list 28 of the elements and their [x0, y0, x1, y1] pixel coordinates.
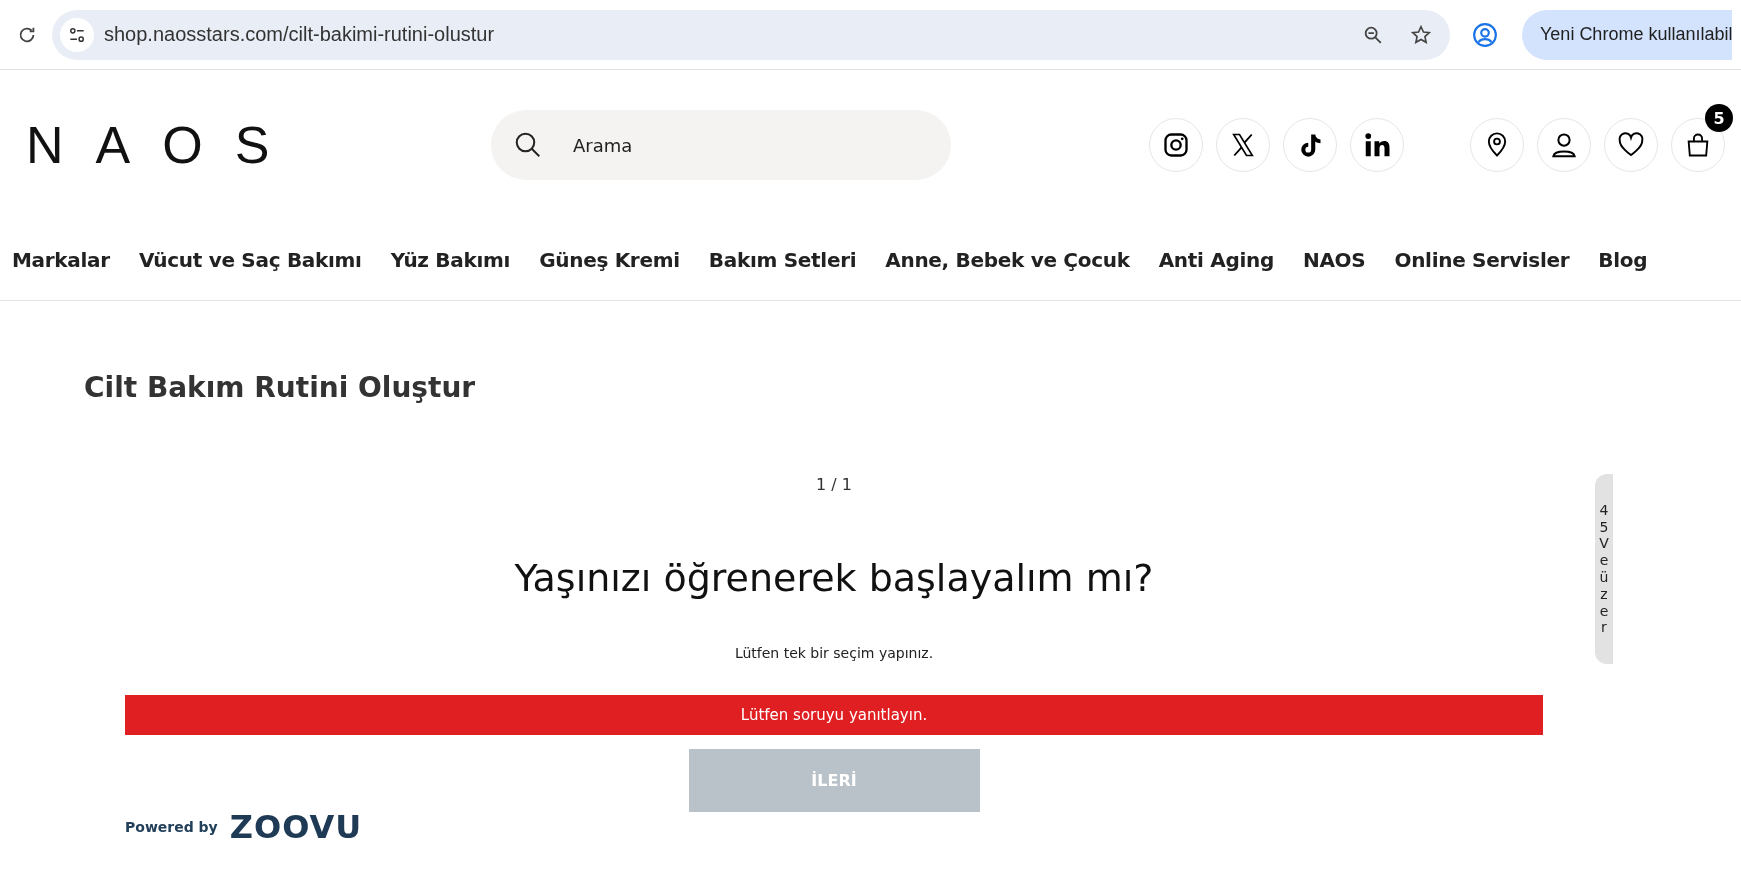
nav-link[interactable]: Anne, Bebek ve Çocuk — [885, 248, 1130, 272]
profile-icon[interactable] — [1472, 21, 1498, 48]
address-bar[interactable]: shop.naosstars.com/cilt-bakimi-rutini-olustur — [52, 9, 1450, 60]
nav-link[interactable]: Bakım Setleri — [708, 248, 857, 272]
nav-link[interactable]: Blog — [1598, 248, 1648, 272]
search-icon — [513, 130, 543, 160]
nav-link[interactable]: Markalar — [12, 248, 110, 272]
update-chrome-button[interactable]: Yeni Chrome kullanılabil — [1522, 9, 1733, 60]
nav-link[interactable]: Anti Aging — [1158, 248, 1274, 272]
hint-text: Lütfen tek bir seçim yapınız. — [734, 645, 934, 661]
url-text: shop.naosstars.com/cilt-bakimi-rutini-olustur — [104, 23, 496, 46]
search-field[interactable]: Arama — [491, 110, 951, 180]
cart-count-badge: 5 — [1705, 104, 1733, 132]
question-text: Yaşınızı öğrenerek başlayalım mı? — [514, 556, 1154, 600]
naos-logo[interactable]: NAOS — [0, 115, 280, 175]
zoovu-logo[interactable]: ZOOVU — [229, 808, 363, 846]
site-settings-icon[interactable] — [60, 17, 94, 52]
powered-by-text: Powered by — [125, 819, 218, 835]
nav-link[interactable]: Güneş Kremi — [539, 248, 680, 272]
nav-link[interactable]: Yüz Bakımı — [390, 248, 511, 272]
side-tab[interactable]: 4 5 V e ü z e r — [1595, 474, 1613, 664]
page-title: Cilt Bakım Rutini Oluştur — [84, 371, 477, 406]
nav-link[interactable]: NAOS — [1303, 248, 1366, 272]
error-banner: Lütfen soruyu yanıtlayın. — [125, 695, 1543, 735]
progress-counter: 1 / 1 — [816, 475, 852, 494]
nav-link[interactable]: Online Servisler — [1394, 248, 1570, 272]
nav-link[interactable]: Vücut ve Saç Bakımı — [138, 248, 362, 272]
star-icon[interactable] — [1410, 23, 1432, 46]
